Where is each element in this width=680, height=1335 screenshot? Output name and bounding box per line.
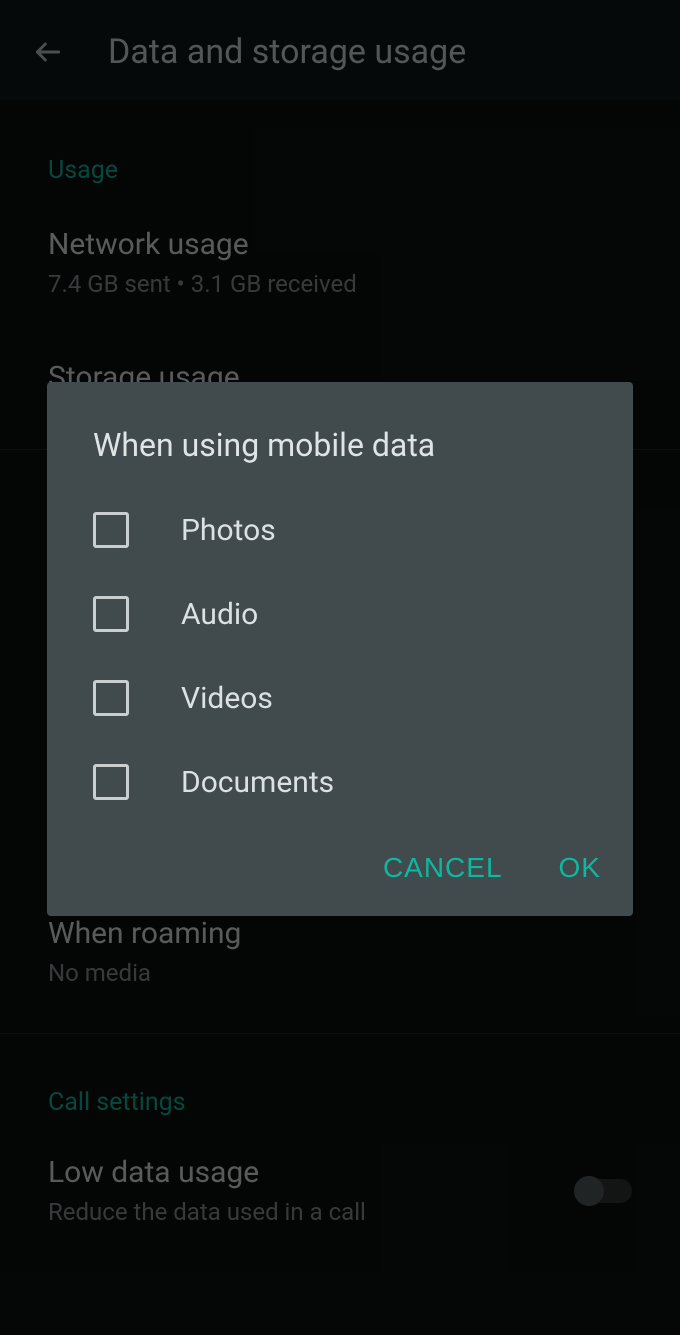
videos-option[interactable]: Videos [47, 656, 633, 740]
mobile-data-dialog: When using mobile data Photos Audio Vide… [47, 382, 633, 916]
documents-option[interactable]: Documents [47, 740, 633, 824]
documents-label: Documents [181, 765, 334, 800]
checkbox-icon[interactable] [93, 680, 129, 716]
audio-label: Audio [181, 597, 258, 632]
ok-button[interactable]: OK [559, 852, 601, 884]
audio-option[interactable]: Audio [47, 572, 633, 656]
modal-overlay[interactable]: When using mobile data Photos Audio Vide… [0, 0, 680, 1335]
photos-option[interactable]: Photos [47, 488, 633, 572]
dialog-title: When using mobile data [47, 426, 633, 488]
cancel-button[interactable]: CANCEL [383, 852, 503, 884]
checkbox-icon[interactable] [93, 512, 129, 548]
dialog-actions: CANCEL OK [47, 824, 633, 896]
videos-label: Videos [181, 681, 273, 716]
checkbox-icon[interactable] [93, 596, 129, 632]
photos-label: Photos [181, 513, 276, 548]
checkbox-icon[interactable] [93, 764, 129, 800]
